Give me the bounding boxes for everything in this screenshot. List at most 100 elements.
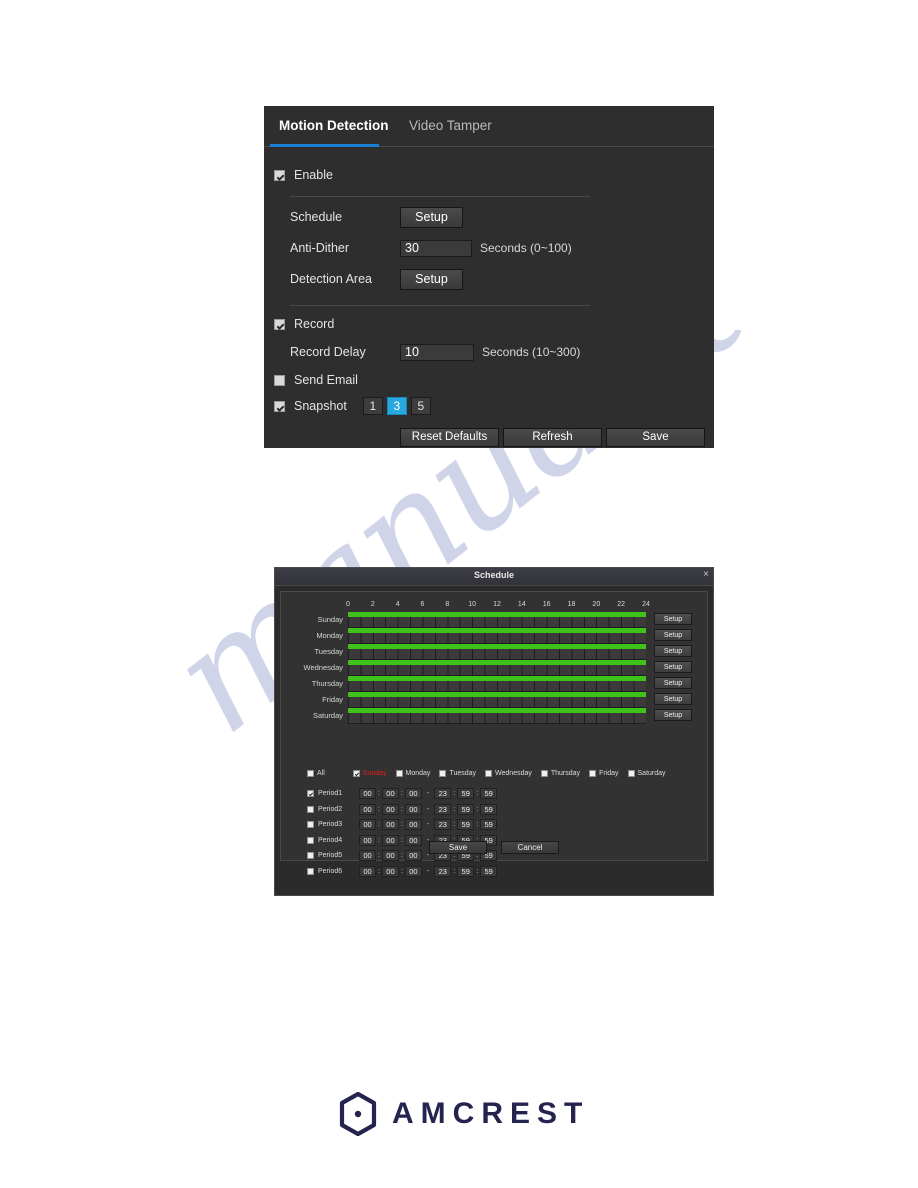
period-end-minute[interactable] <box>457 788 475 800</box>
timeline-track[interactable] <box>348 644 646 660</box>
timeline-track[interactable] <box>348 676 646 692</box>
period-start-minute[interactable] <box>381 865 399 877</box>
day-filter-checkbox[interactable] <box>485 770 493 777</box>
period-end-hour[interactable] <box>434 865 452 877</box>
period-end-second[interactable] <box>480 803 498 815</box>
period-start-second[interactable] <box>404 865 422 877</box>
record-checkbox[interactable] <box>274 318 285 330</box>
period-end-second[interactable] <box>480 788 498 800</box>
enable-checkbox[interactable] <box>274 169 285 181</box>
record-delay-input[interactable] <box>400 343 474 361</box>
detection-area-label: Detection Area <box>290 272 372 286</box>
period-start-hour[interactable] <box>359 803 376 815</box>
axis-tick: 10 <box>468 601 477 608</box>
period-end-minute[interactable] <box>457 803 475 815</box>
snapshot-checkbox[interactable] <box>274 400 285 412</box>
motion-detection-body: Enable Schedule Setup Anti-Dither Second… <box>264 147 714 457</box>
period-end-second[interactable] <box>480 819 498 831</box>
day-filter-checkbox[interactable] <box>395 770 403 777</box>
timeline-setup-button[interactable]: Setup <box>654 629 692 641</box>
reset-defaults-button[interactable]: Reset Defaults <box>400 428 499 447</box>
record-delay-row: Record Delay Seconds (10~300) <box>264 338 714 366</box>
tab-video-tamper[interactable]: Video Tamper <box>401 106 500 134</box>
timeline-day-label: Friday <box>322 695 343 704</box>
schedule-action-group: Save Cancel <box>281 841 707 854</box>
timeline-setup-button[interactable]: Setup <box>654 645 692 657</box>
period-start-minute[interactable] <box>381 788 399 800</box>
snapshot-count-group: 1 3 5 <box>362 397 431 415</box>
day-filter-item[interactable]: Tuesday <box>439 770 476 777</box>
detection-area-setup-button[interactable]: Setup <box>400 268 463 290</box>
timeline-setup-button[interactable]: Setup <box>654 693 692 705</box>
day-filter-checkbox[interactable] <box>589 770 597 777</box>
day-filter-label: All <box>317 770 325 777</box>
timeline-setup-button[interactable]: Setup <box>654 661 692 673</box>
timeline-active-bar <box>348 676 646 681</box>
axis-tick: 12 <box>493 601 501 608</box>
period-end-minute[interactable] <box>457 865 475 877</box>
day-filter-checkbox[interactable] <box>540 770 548 777</box>
period-start-hour[interactable] <box>359 865 376 877</box>
timeline-track[interactable] <box>348 660 646 676</box>
period-end-hour[interactable] <box>434 803 452 815</box>
timeline-setup-button[interactable]: Setup <box>654 709 692 721</box>
day-filter-checkbox[interactable] <box>439 770 447 777</box>
snapshot-option-3[interactable]: 3 <box>386 397 407 415</box>
period-checkbox[interactable] <box>307 805 314 813</box>
period-start-second[interactable] <box>404 819 422 831</box>
day-filter-item[interactable]: Wednesday <box>485 770 532 777</box>
schedule-save-button[interactable]: Save <box>429 841 487 854</box>
day-filter-item[interactable]: Monday <box>395 770 430 777</box>
timeline-active-bar <box>348 708 646 713</box>
anti-dither-input[interactable] <box>400 239 472 257</box>
schedule-setup-button[interactable]: Setup <box>400 206 463 228</box>
timeline-track[interactable] <box>348 628 646 644</box>
refresh-button[interactable]: Refresh <box>503 428 602 447</box>
period-start-hour[interactable] <box>359 788 376 800</box>
timeline-day-label: Monday <box>316 631 343 640</box>
period-checkbox[interactable] <box>307 790 314 798</box>
tab-motion-detection[interactable]: Motion Detection <box>271 106 397 134</box>
snapshot-row: Snapshot 1 3 5 <box>264 394 714 418</box>
schedule-cancel-button[interactable]: Cancel <box>501 841 559 854</box>
snapshot-option-5[interactable]: 5 <box>410 397 431 415</box>
period-start-minute[interactable] <box>381 803 399 815</box>
timeline-track[interactable] <box>348 692 646 708</box>
snapshot-option-1[interactable]: 1 <box>362 397 383 415</box>
timeline-day-label: Thursday <box>311 679 343 688</box>
period-end-hour[interactable] <box>434 788 452 800</box>
period-start-hour[interactable] <box>359 819 376 831</box>
axis-tick: 20 <box>592 601 601 608</box>
day-filter-item[interactable]: Saturday <box>627 770 666 777</box>
enable-row[interactable]: Enable <box>264 163 714 187</box>
timeline-setup-button[interactable]: Setup <box>654 677 692 689</box>
day-filter-checkbox[interactable] <box>352 770 360 777</box>
send-email-row[interactable]: Send Email <box>264 368 714 392</box>
day-filter-checkbox[interactable] <box>307 770 314 777</box>
day-filter-item[interactable]: Sunday <box>352 770 387 777</box>
send-email-label: Send Email <box>294 373 358 387</box>
day-filter-item[interactable]: All <box>307 770 325 777</box>
amcrest-hexagon-icon <box>339 1092 377 1136</box>
day-filter-item[interactable]: Friday <box>589 770 619 777</box>
period-start-second[interactable] <box>404 803 422 815</box>
period-start-minute[interactable] <box>381 819 399 831</box>
record-row[interactable]: Record <box>264 312 714 336</box>
save-button[interactable]: Save <box>606 428 705 447</box>
timeline-track[interactable] <box>348 612 646 628</box>
send-email-checkbox[interactable] <box>274 374 285 386</box>
day-filter-item[interactable]: Thursday <box>540 770 580 777</box>
timeline-setup-button[interactable]: Setup <box>654 613 692 625</box>
period-end-hour[interactable] <box>434 819 452 831</box>
period-label: Period2 <box>318 805 343 813</box>
axis-tick: 22 <box>617 601 626 608</box>
day-filter-checkbox[interactable] <box>627 770 635 777</box>
axis-tick: 0 <box>346 601 350 608</box>
close-icon[interactable]: × <box>703 569 709 581</box>
period-checkbox[interactable] <box>307 867 314 875</box>
period-end-second[interactable] <box>480 865 498 877</box>
period-start-second[interactable] <box>404 788 422 800</box>
period-end-minute[interactable] <box>457 819 475 831</box>
period-checkbox[interactable] <box>307 821 314 829</box>
timeline-track[interactable] <box>348 708 646 724</box>
